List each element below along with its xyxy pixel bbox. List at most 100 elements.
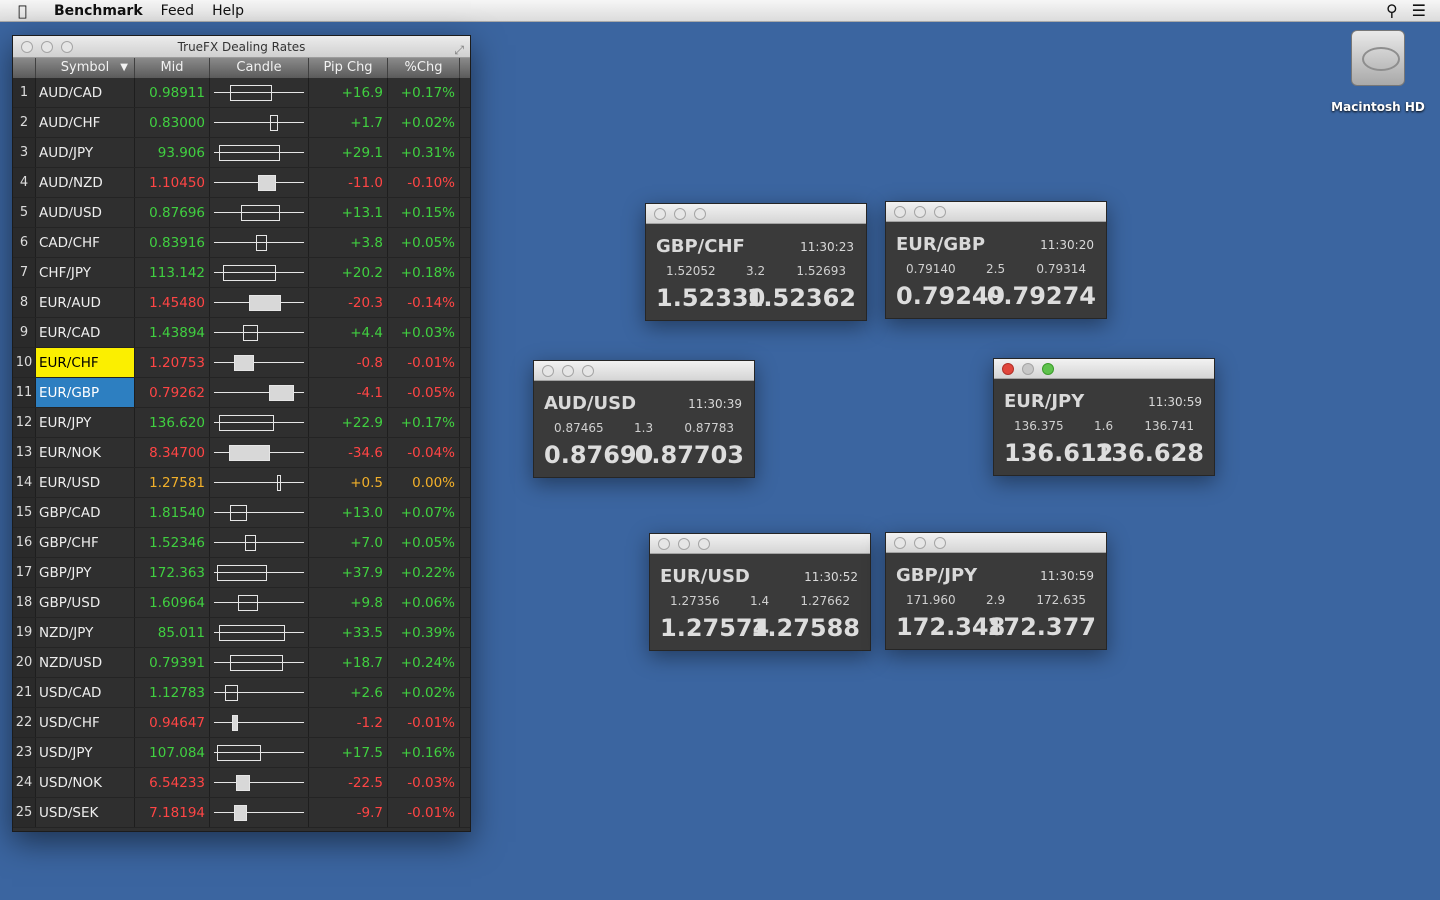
close-button[interactable] bbox=[658, 538, 670, 550]
row-symbol[interactable]: GBP/CAD bbox=[36, 498, 135, 527]
table-row[interactable]: 4 AUD/NZD 1.10450 -11.0 -0.10% bbox=[13, 168, 470, 198]
menu-help[interactable]: Help bbox=[212, 3, 244, 19]
minimize-button[interactable] bbox=[914, 206, 926, 218]
minimize-button[interactable] bbox=[1022, 363, 1034, 375]
row-symbol[interactable]: CAD/CHF bbox=[36, 228, 135, 257]
candle-body bbox=[244, 535, 256, 551]
table-row[interactable]: 18 GBP/USD 1.60964 +9.8 +0.06% bbox=[13, 588, 470, 618]
row-candle bbox=[210, 528, 309, 557]
close-button[interactable] bbox=[894, 206, 906, 218]
table-row[interactable]: 6 CAD/CHF 0.83916 +3.8 +0.05% bbox=[13, 228, 470, 258]
table-row[interactable]: 20 NZD/USD 0.79391 +18.7 +0.24% bbox=[13, 648, 470, 678]
table-row[interactable]: 16 GBP/CHF 1.52346 +7.0 +0.05% bbox=[13, 528, 470, 558]
macintosh-hd-icon[interactable]: Macintosh HD bbox=[1330, 30, 1426, 114]
menu-feed[interactable]: Feed bbox=[161, 3, 194, 19]
row-symbol[interactable]: USD/CAD bbox=[36, 678, 135, 707]
row-symbol[interactable]: EUR/CAD bbox=[36, 318, 135, 347]
window-titlebar[interactable]: TrueFX Dealing Rates ⤢ bbox=[13, 36, 470, 58]
table-row[interactable]: 2 AUD/CHF 0.83000 +1.7 +0.02% bbox=[13, 108, 470, 138]
close-button[interactable] bbox=[21, 41, 33, 53]
col-header-candle[interactable]: Candle bbox=[210, 58, 309, 78]
row-symbol[interactable]: USD/CHF bbox=[36, 708, 135, 737]
row-symbol[interactable]: AUD/CHF bbox=[36, 108, 135, 137]
table-row[interactable]: 12 EUR/JPY 136.620 +22.9 +0.17% bbox=[13, 408, 470, 438]
minimize-button[interactable] bbox=[562, 365, 574, 377]
zoom-button[interactable] bbox=[1042, 363, 1054, 375]
table-row[interactable]: 21 USD/CAD 1.12783 +2.6 +0.02% bbox=[13, 678, 470, 708]
table-row[interactable]: 25 USD/SEK 7.18194 -9.7 -0.01% bbox=[13, 798, 470, 828]
row-symbol[interactable]: NZD/JPY bbox=[36, 618, 135, 647]
apple-icon[interactable]:  bbox=[18, 2, 38, 20]
row-symbol[interactable]: USD/SEK bbox=[36, 798, 135, 827]
zoom-button[interactable] bbox=[61, 41, 73, 53]
menu-app-name[interactable]: Benchmark bbox=[54, 3, 143, 19]
minimize-button[interactable] bbox=[41, 41, 53, 53]
quote-titlebar[interactable] bbox=[646, 204, 866, 224]
quote-panel[interactable]: EUR/GBP 11:30:20 0.79140 2.5 0.79314 0.79249 0… bbox=[885, 201, 1107, 319]
zoom-button[interactable] bbox=[934, 537, 946, 549]
col-header-symbol[interactable]: Symbol ▼ bbox=[36, 58, 135, 78]
quote-titlebar[interactable] bbox=[534, 361, 754, 381]
table-row[interactable]: 8 EUR/AUD 1.45480 -20.3 -0.14% bbox=[13, 288, 470, 318]
table-row[interactable]: 15 GBP/CAD 1.81540 +13.0 +0.07% bbox=[13, 498, 470, 528]
table-row[interactable]: 19 NZD/JPY 85.011 +33.5 +0.39% bbox=[13, 618, 470, 648]
table-row[interactable]: 1 AUD/CAD 0.98911 +16.9 +0.17% bbox=[13, 78, 470, 108]
quote-titlebar[interactable] bbox=[886, 533, 1106, 553]
row-symbol[interactable]: USD/NOK bbox=[36, 768, 135, 797]
quote-panel[interactable]: EUR/USD 11:30:52 1.27356 1.4 1.27662 1.27574 1… bbox=[649, 533, 871, 651]
fullscreen-icon[interactable]: ⤢ bbox=[454, 39, 464, 61]
quote-titlebar[interactable] bbox=[994, 359, 1214, 379]
table-row[interactable]: 22 USD/CHF 0.94647 -1.2 -0.01% bbox=[13, 708, 470, 738]
table-row[interactable]: 7 CHF/JPY 113.142 +20.2 +0.18% bbox=[13, 258, 470, 288]
row-symbol[interactable]: AUD/JPY bbox=[36, 138, 135, 167]
zoom-button[interactable] bbox=[582, 365, 594, 377]
row-symbol[interactable]: AUD/CAD bbox=[36, 78, 135, 107]
close-button[interactable] bbox=[654, 208, 666, 220]
table-row[interactable]: 11 EUR/GBP 0.79262 -4.1 -0.05% bbox=[13, 378, 470, 408]
table-row[interactable]: 3 AUD/JPY 93.906 +29.1 +0.31% bbox=[13, 138, 470, 168]
zoom-button[interactable] bbox=[694, 208, 706, 220]
table-row[interactable]: 10 EUR/CHF 1.20753 -0.8 -0.01% bbox=[13, 348, 470, 378]
row-symbol[interactable]: GBP/CHF bbox=[36, 528, 135, 557]
quote-panel[interactable]: GBP/CHF 11:30:23 1.52052 3.2 1.52693 1.52330 1… bbox=[645, 203, 867, 321]
zoom-button[interactable] bbox=[698, 538, 710, 550]
row-symbol[interactable]: EUR/JPY bbox=[36, 408, 135, 437]
row-symbol[interactable]: NZD/USD bbox=[36, 648, 135, 677]
col-header-pct[interactable]: %Chg bbox=[388, 58, 460, 78]
table-row[interactable]: 14 EUR/USD 1.27581 +0.5 0.00% bbox=[13, 468, 470, 498]
minimize-button[interactable] bbox=[678, 538, 690, 550]
table-row[interactable]: 23 USD/JPY 107.084 +17.5 +0.16% bbox=[13, 738, 470, 768]
row-symbol[interactable]: GBP/JPY bbox=[36, 558, 135, 587]
quote-titlebar[interactable] bbox=[886, 202, 1106, 222]
zoom-button[interactable] bbox=[934, 206, 946, 218]
row-symbol[interactable]: EUR/USD bbox=[36, 468, 135, 497]
minimize-button[interactable] bbox=[914, 537, 926, 549]
col-header-pip[interactable]: Pip Chg bbox=[309, 58, 388, 78]
table-row[interactable]: 9 EUR/CAD 1.43894 +4.4 +0.03% bbox=[13, 318, 470, 348]
row-symbol[interactable]: AUD/NZD bbox=[36, 168, 135, 197]
col-header-mid[interactable]: Mid bbox=[135, 58, 210, 78]
table-row[interactable]: 24 USD/NOK 6.54233 -22.5 -0.03% bbox=[13, 768, 470, 798]
close-button[interactable] bbox=[1002, 363, 1014, 375]
table-row[interactable]: 5 AUD/USD 0.87696 +13.1 +0.15% bbox=[13, 198, 470, 228]
quote-titlebar[interactable] bbox=[650, 534, 870, 554]
row-symbol[interactable]: GBP/USD bbox=[36, 588, 135, 617]
row-symbol[interactable]: EUR/NOK bbox=[36, 438, 135, 467]
close-button[interactable] bbox=[542, 365, 554, 377]
close-button[interactable] bbox=[894, 537, 906, 549]
row-symbol[interactable]: EUR/AUD bbox=[36, 288, 135, 317]
row-symbol[interactable]: CHF/JPY bbox=[36, 258, 135, 287]
search-icon[interactable]: ⚲ bbox=[1386, 1, 1398, 20]
row-symbol[interactable]: USD/JPY bbox=[36, 738, 135, 767]
row-symbol[interactable]: EUR/GBP bbox=[36, 378, 135, 407]
quote-panel[interactable]: GBP/JPY 11:30:59 171.960 2.9 172.635 172.348 1… bbox=[885, 532, 1107, 650]
quote-panel[interactable]: EUR/JPY 11:30:59 136.375 1.6 136.741 136.612 1… bbox=[993, 358, 1215, 476]
list-icon[interactable]: ☰ bbox=[1412, 1, 1426, 20]
quote-panel[interactable]: AUD/USD 11:30:39 0.87465 1.3 0.87783 0.87690 0… bbox=[533, 360, 755, 478]
row-symbol[interactable]: EUR/CHF bbox=[36, 348, 135, 377]
row-symbol[interactable]: AUD/USD bbox=[36, 198, 135, 227]
table-row[interactable]: 17 GBP/JPY 172.363 +37.9 +0.22% bbox=[13, 558, 470, 588]
candle-body bbox=[230, 655, 284, 671]
minimize-button[interactable] bbox=[674, 208, 686, 220]
table-row[interactable]: 13 EUR/NOK 8.34700 -34.6 -0.04% bbox=[13, 438, 470, 468]
